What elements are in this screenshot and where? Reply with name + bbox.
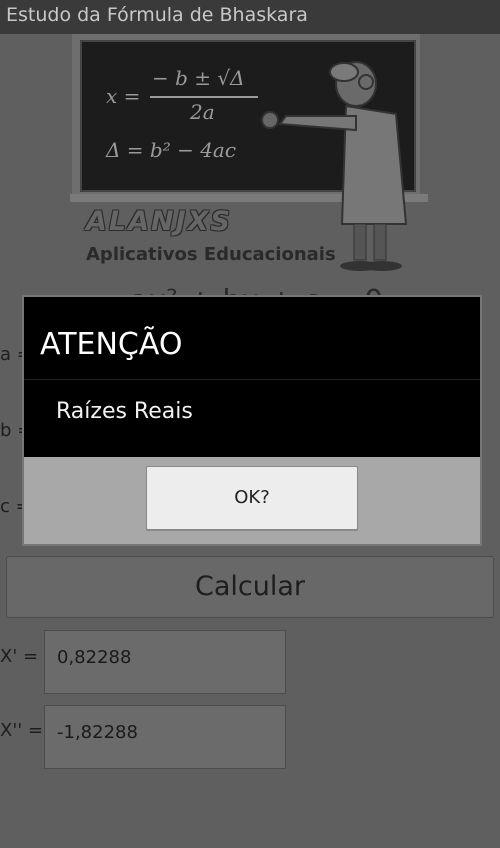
x-formula-denominator: 2a (190, 100, 215, 124)
alert-dialog: ATENÇÃO Raízes Reais OK? (22, 295, 482, 546)
professor-illustration (261, 61, 408, 271)
ok-button[interactable]: OK? (146, 466, 358, 530)
x1-label: X' = (0, 646, 39, 667)
dialog-button-bar: OK? (24, 457, 480, 544)
dialog-message: Raízes Reais (56, 399, 193, 424)
x-formula-lhs: x = (106, 84, 141, 108)
dialog-divider (24, 379, 480, 380)
x2-value: -1,82288 (57, 722, 138, 743)
app-title: Estudo da Fórmula de Bhaskara (6, 4, 308, 26)
brand-subtitle: Aplicativos Educacionais (86, 244, 336, 265)
delta-formula: Δ = b² − 4ac (106, 138, 237, 162)
app-title-bar: Estudo da Fórmula de Bhaskara (0, 0, 500, 34)
x2-result-field[interactable]: -1,82288 (44, 705, 286, 769)
x2-label: X'' = (0, 720, 44, 741)
fraction-bar (150, 96, 258, 98)
brand-name: ALANJXS (86, 206, 232, 237)
calculate-button[interactable]: Calcular (6, 556, 494, 618)
x-formula-numerator: − b ± √Δ (152, 66, 245, 90)
dialog-title: ATENÇÃO (40, 327, 183, 362)
x1-value: 0,82288 (57, 647, 132, 668)
x1-result-field[interactable]: 0,82288 (44, 630, 286, 694)
